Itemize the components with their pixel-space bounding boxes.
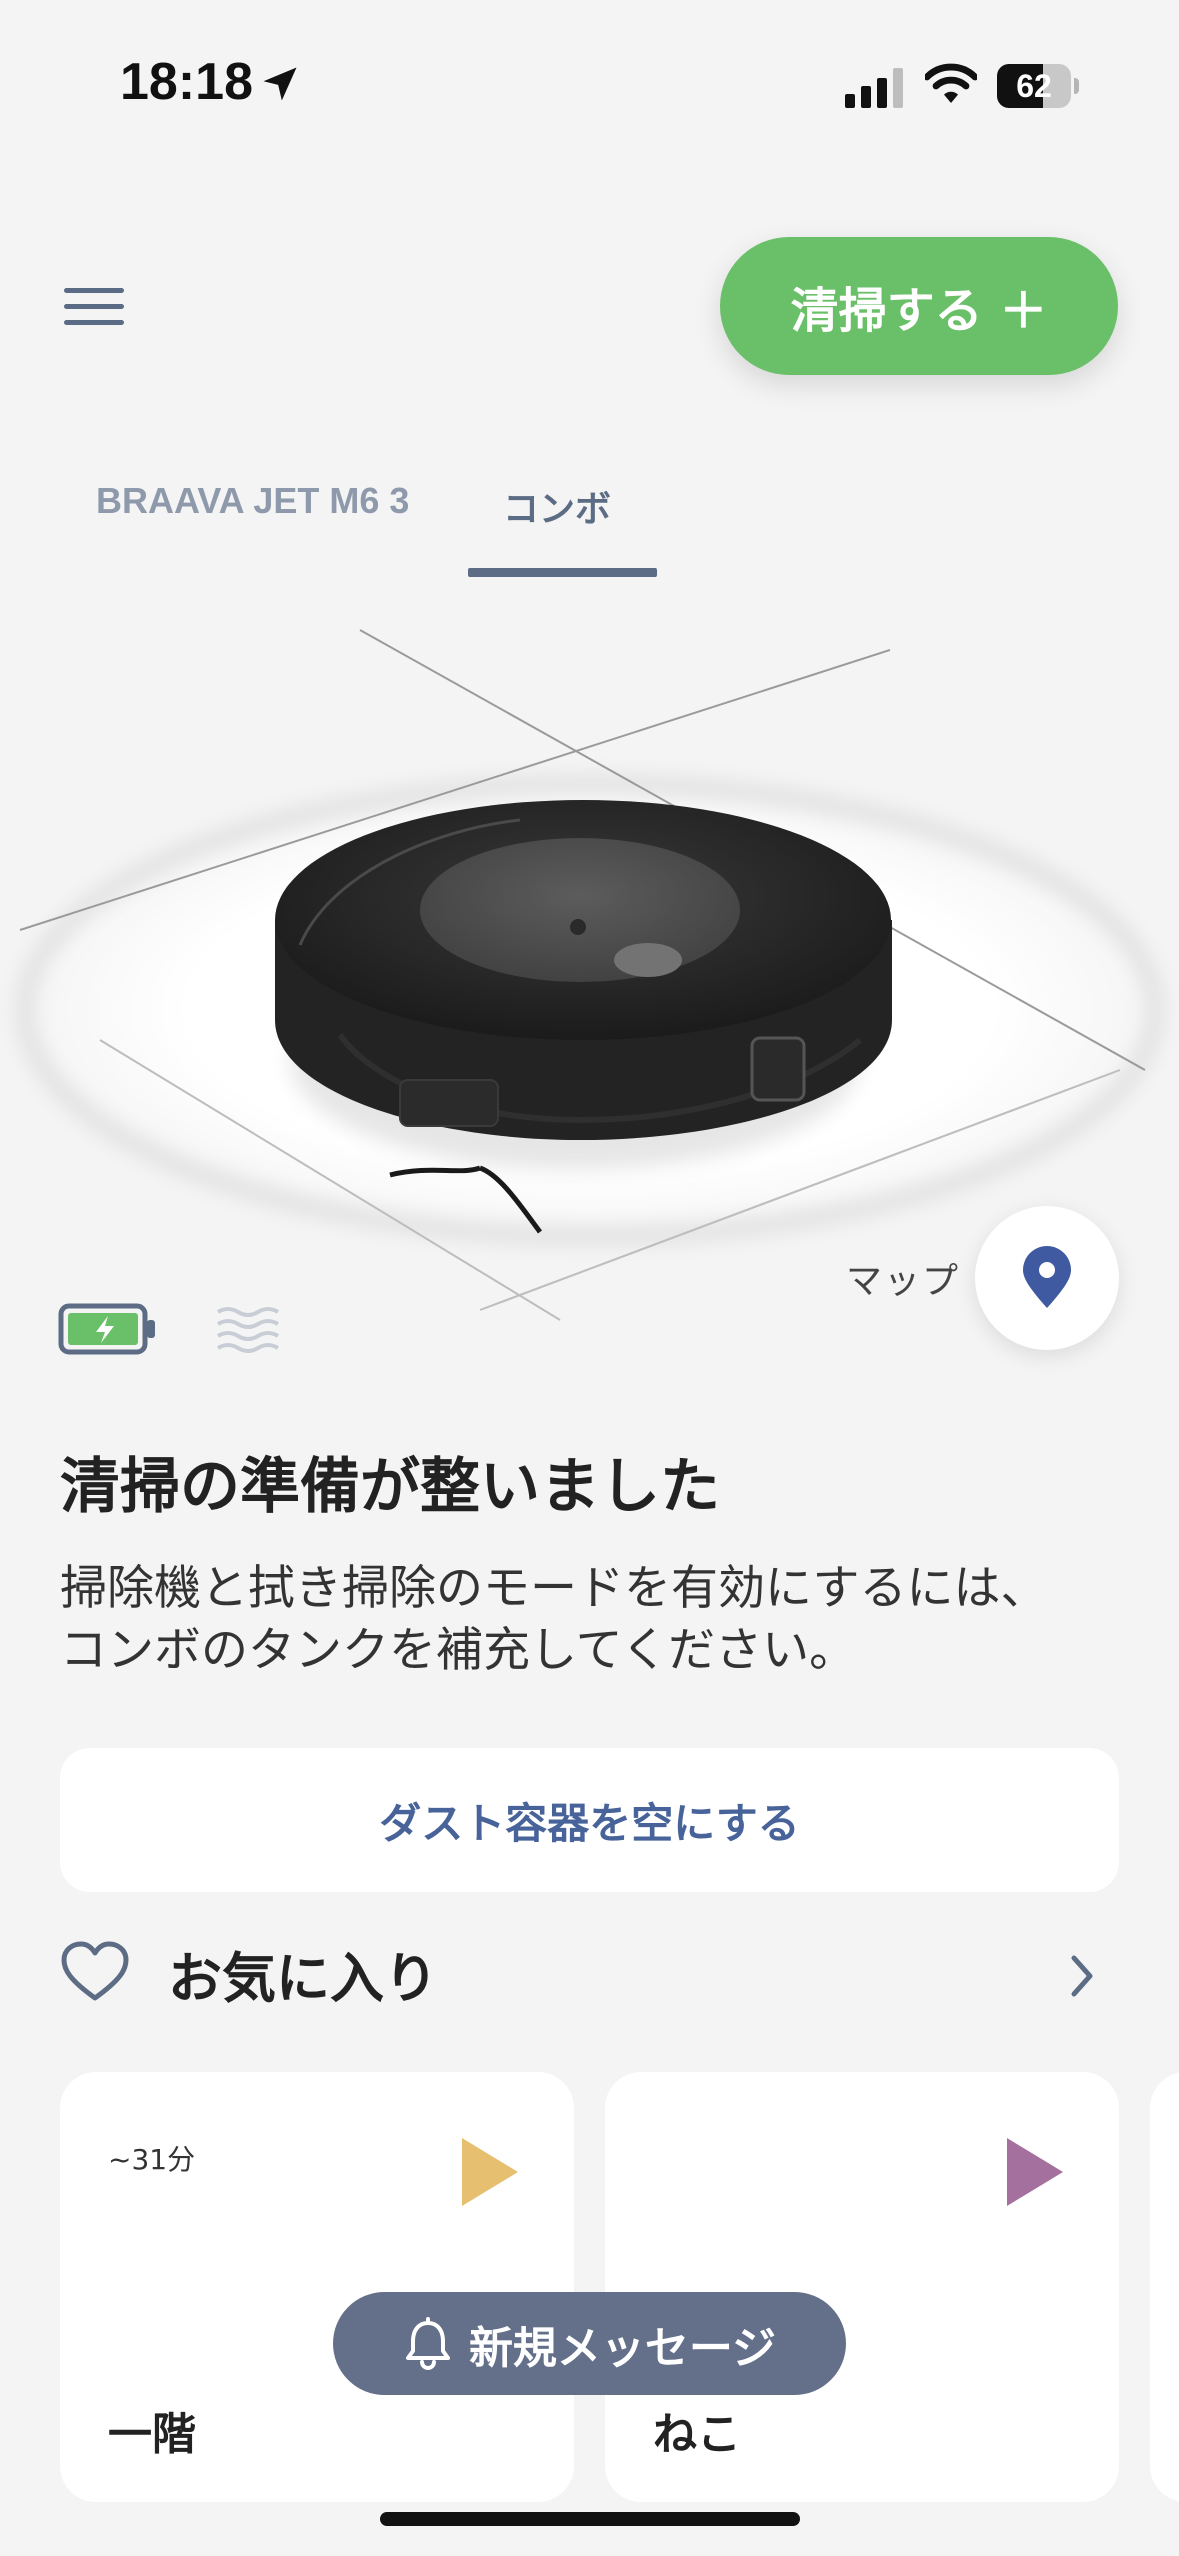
hamburger-menu-icon[interactable] (60, 282, 132, 332)
status-time: 18:18 (120, 53, 253, 111)
wifi-icon (925, 63, 977, 103)
chevron-right-icon[interactable] (1062, 1950, 1102, 2002)
favorite-card[interactable]: ~31分 一階 (60, 2072, 574, 2502)
app-screen: 18:18 62 清掃する ＋ BRAAVA JET M6 3 コンボ マップ … (0, 0, 1179, 2556)
new-message-label: 新規メッセージ (468, 2322, 777, 2374)
battery-icon: 62 (997, 64, 1079, 108)
cellular-signal-icon (845, 68, 903, 108)
battery-charging-icon (58, 1303, 155, 1355)
tab-combo[interactable]: コンボ (503, 480, 611, 532)
heart-icon (61, 1941, 129, 2001)
map-pin-icon (1023, 1246, 1071, 1308)
location-arrow-icon (263, 67, 297, 101)
play-icon[interactable] (458, 2134, 522, 2210)
empty-dust-bin-button[interactable]: ダスト容器を空にする (60, 1748, 1119, 1892)
battery-percent: 62 (1016, 68, 1052, 104)
status-description: 掃除機と拭き掃除のモードを有効にするには、コンボのタンクを補充してください。 (60, 1561, 1048, 1678)
home-indicator[interactable] (380, 2512, 800, 2526)
play-icon[interactable] (1003, 2134, 1067, 2210)
favorite-card[interactable]: ねこ (605, 2072, 1119, 2502)
status-bar: 18:18 62 (0, 0, 1179, 150)
bell-icon (405, 2316, 450, 2370)
map-label: マップ (846, 1261, 961, 1302)
status-headline: 清掃の準備が整いました (60, 1452, 720, 1522)
water-tank-icon (216, 1307, 280, 1353)
tab-selected-indicator (468, 568, 657, 577)
favorite-duration: ~31分 (108, 2143, 196, 2176)
favorite-name: 一階 (108, 2409, 196, 2460)
favorites-title: お気に入り (168, 1947, 438, 2010)
new-message-button[interactable]: 新規メッセージ (333, 2292, 846, 2395)
favorite-name: ねこ (653, 2409, 741, 2460)
clean-button[interactable]: 清掃する ＋ (720, 237, 1118, 375)
favorite-card-partial[interactable] (1150, 2072, 1179, 2502)
map-button[interactable] (975, 1206, 1119, 1350)
tab-braava-jet[interactable]: BRAAVA JET M6 3 (96, 480, 409, 522)
